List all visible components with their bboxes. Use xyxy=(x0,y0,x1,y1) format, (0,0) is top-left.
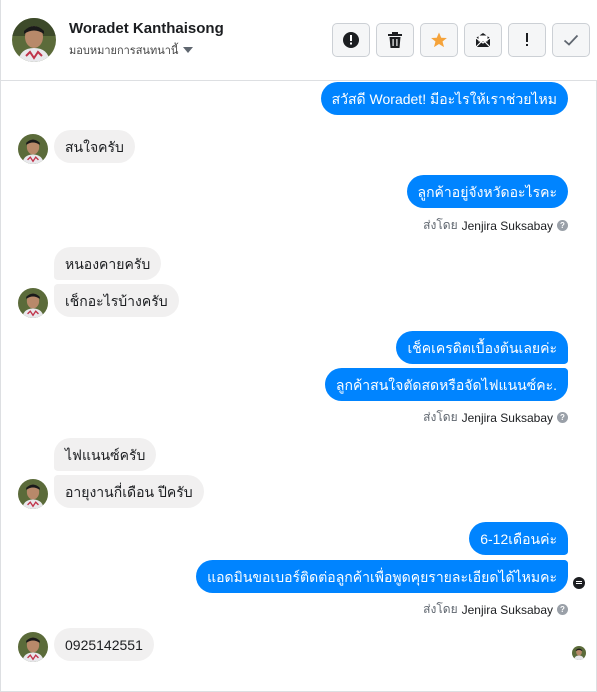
message-outgoing[interactable]: ลูกค้าสนใจตัดสดหรือจัดไฟแนนซ์คะ. xyxy=(324,368,568,401)
flag-important-button[interactable] xyxy=(508,23,546,57)
conversation-panel: Woradet Kanthaisong มอบหมายการสนทนานี้ ส… xyxy=(0,0,597,692)
help-icon[interactable]: ? xyxy=(557,220,568,231)
contact-name: Woradet Kanthaisong xyxy=(69,20,224,37)
help-icon[interactable]: ? xyxy=(557,412,568,423)
alert-circle-icon xyxy=(343,32,359,48)
message-incoming[interactable]: สนใจครับ xyxy=(54,130,135,163)
mark-spam-button[interactable] xyxy=(332,23,370,57)
sent-by-label: ส่งโดย Jenjira Suksabay ? xyxy=(423,216,568,235)
checkmark-icon xyxy=(563,34,579,46)
message-outgoing[interactable]: แอดมินขอเบอร์ติดต่อลูกค้าเพื่อพูดคุยรายล… xyxy=(196,560,568,593)
message-incoming[interactable]: 0925142551 xyxy=(54,628,154,661)
conversation-toolbar xyxy=(332,23,590,57)
delete-button[interactable] xyxy=(376,23,414,57)
delivered-icon xyxy=(573,577,585,589)
contact-avatar-small xyxy=(18,479,48,509)
assign-conversation-dropdown[interactable]: มอบหมายการสนทนานี้ xyxy=(69,41,194,59)
contact-avatar-small xyxy=(18,288,48,318)
trash-icon xyxy=(388,32,402,48)
assign-conversation-label: มอบหมายการสนทนานี้ xyxy=(69,45,179,57)
sent-by-agent: Jenjira Suksabay xyxy=(461,602,553,617)
sent-by-prefix: ส่งโดย xyxy=(423,602,458,616)
mark-done-button[interactable] xyxy=(552,23,590,57)
sent-by-label: ส่งโดย Jenjira Suksabay ? xyxy=(423,600,568,619)
sent-by-agent: Jenjira Suksabay xyxy=(461,410,553,425)
message-incoming[interactable]: อายุงานกี่เดือน ปีครับ xyxy=(54,475,204,508)
message-outgoing[interactable]: สวัสดี Woradet! มีอะไรให้เราช่วยไหม xyxy=(320,82,568,115)
exclamation-icon xyxy=(526,33,528,46)
caret-down-icon xyxy=(183,47,194,53)
contact-avatar-small xyxy=(18,632,48,662)
conversation-header: Woradet Kanthaisong มอบหมายการสนทนานี้ xyxy=(1,0,597,81)
sent-by-agent: Jenjira Suksabay xyxy=(461,218,553,233)
sent-by-prefix: ส่งโดย xyxy=(423,410,458,424)
contact-avatar-small xyxy=(18,134,48,164)
mark-unread-button[interactable] xyxy=(464,23,502,57)
help-icon[interactable]: ? xyxy=(557,604,568,615)
star-button[interactable] xyxy=(420,23,458,57)
message-incoming[interactable]: เช็กอะไรบ้างครับ xyxy=(54,284,179,317)
message-outgoing[interactable]: 6-12เดือนค่ะ xyxy=(469,522,568,555)
message-outgoing[interactable]: ลูกค้าอยู่จังหวัดอะไรคะ xyxy=(406,175,568,208)
sent-by-prefix: ส่งโดย xyxy=(423,218,458,232)
message-incoming[interactable]: หนองคายครับ xyxy=(54,247,162,280)
star-icon xyxy=(431,32,447,48)
envelope-icon xyxy=(475,33,491,48)
message-incoming[interactable]: ไฟแนนซ์ครับ xyxy=(54,438,157,471)
seen-avatar xyxy=(572,646,586,660)
contact-avatar[interactable] xyxy=(12,18,56,62)
sent-by-label: ส่งโดย Jenjira Suksabay ? xyxy=(423,408,568,427)
message-outgoing[interactable]: เช็คเครดิตเบื้องต้นเลยค่ะ xyxy=(396,331,568,364)
